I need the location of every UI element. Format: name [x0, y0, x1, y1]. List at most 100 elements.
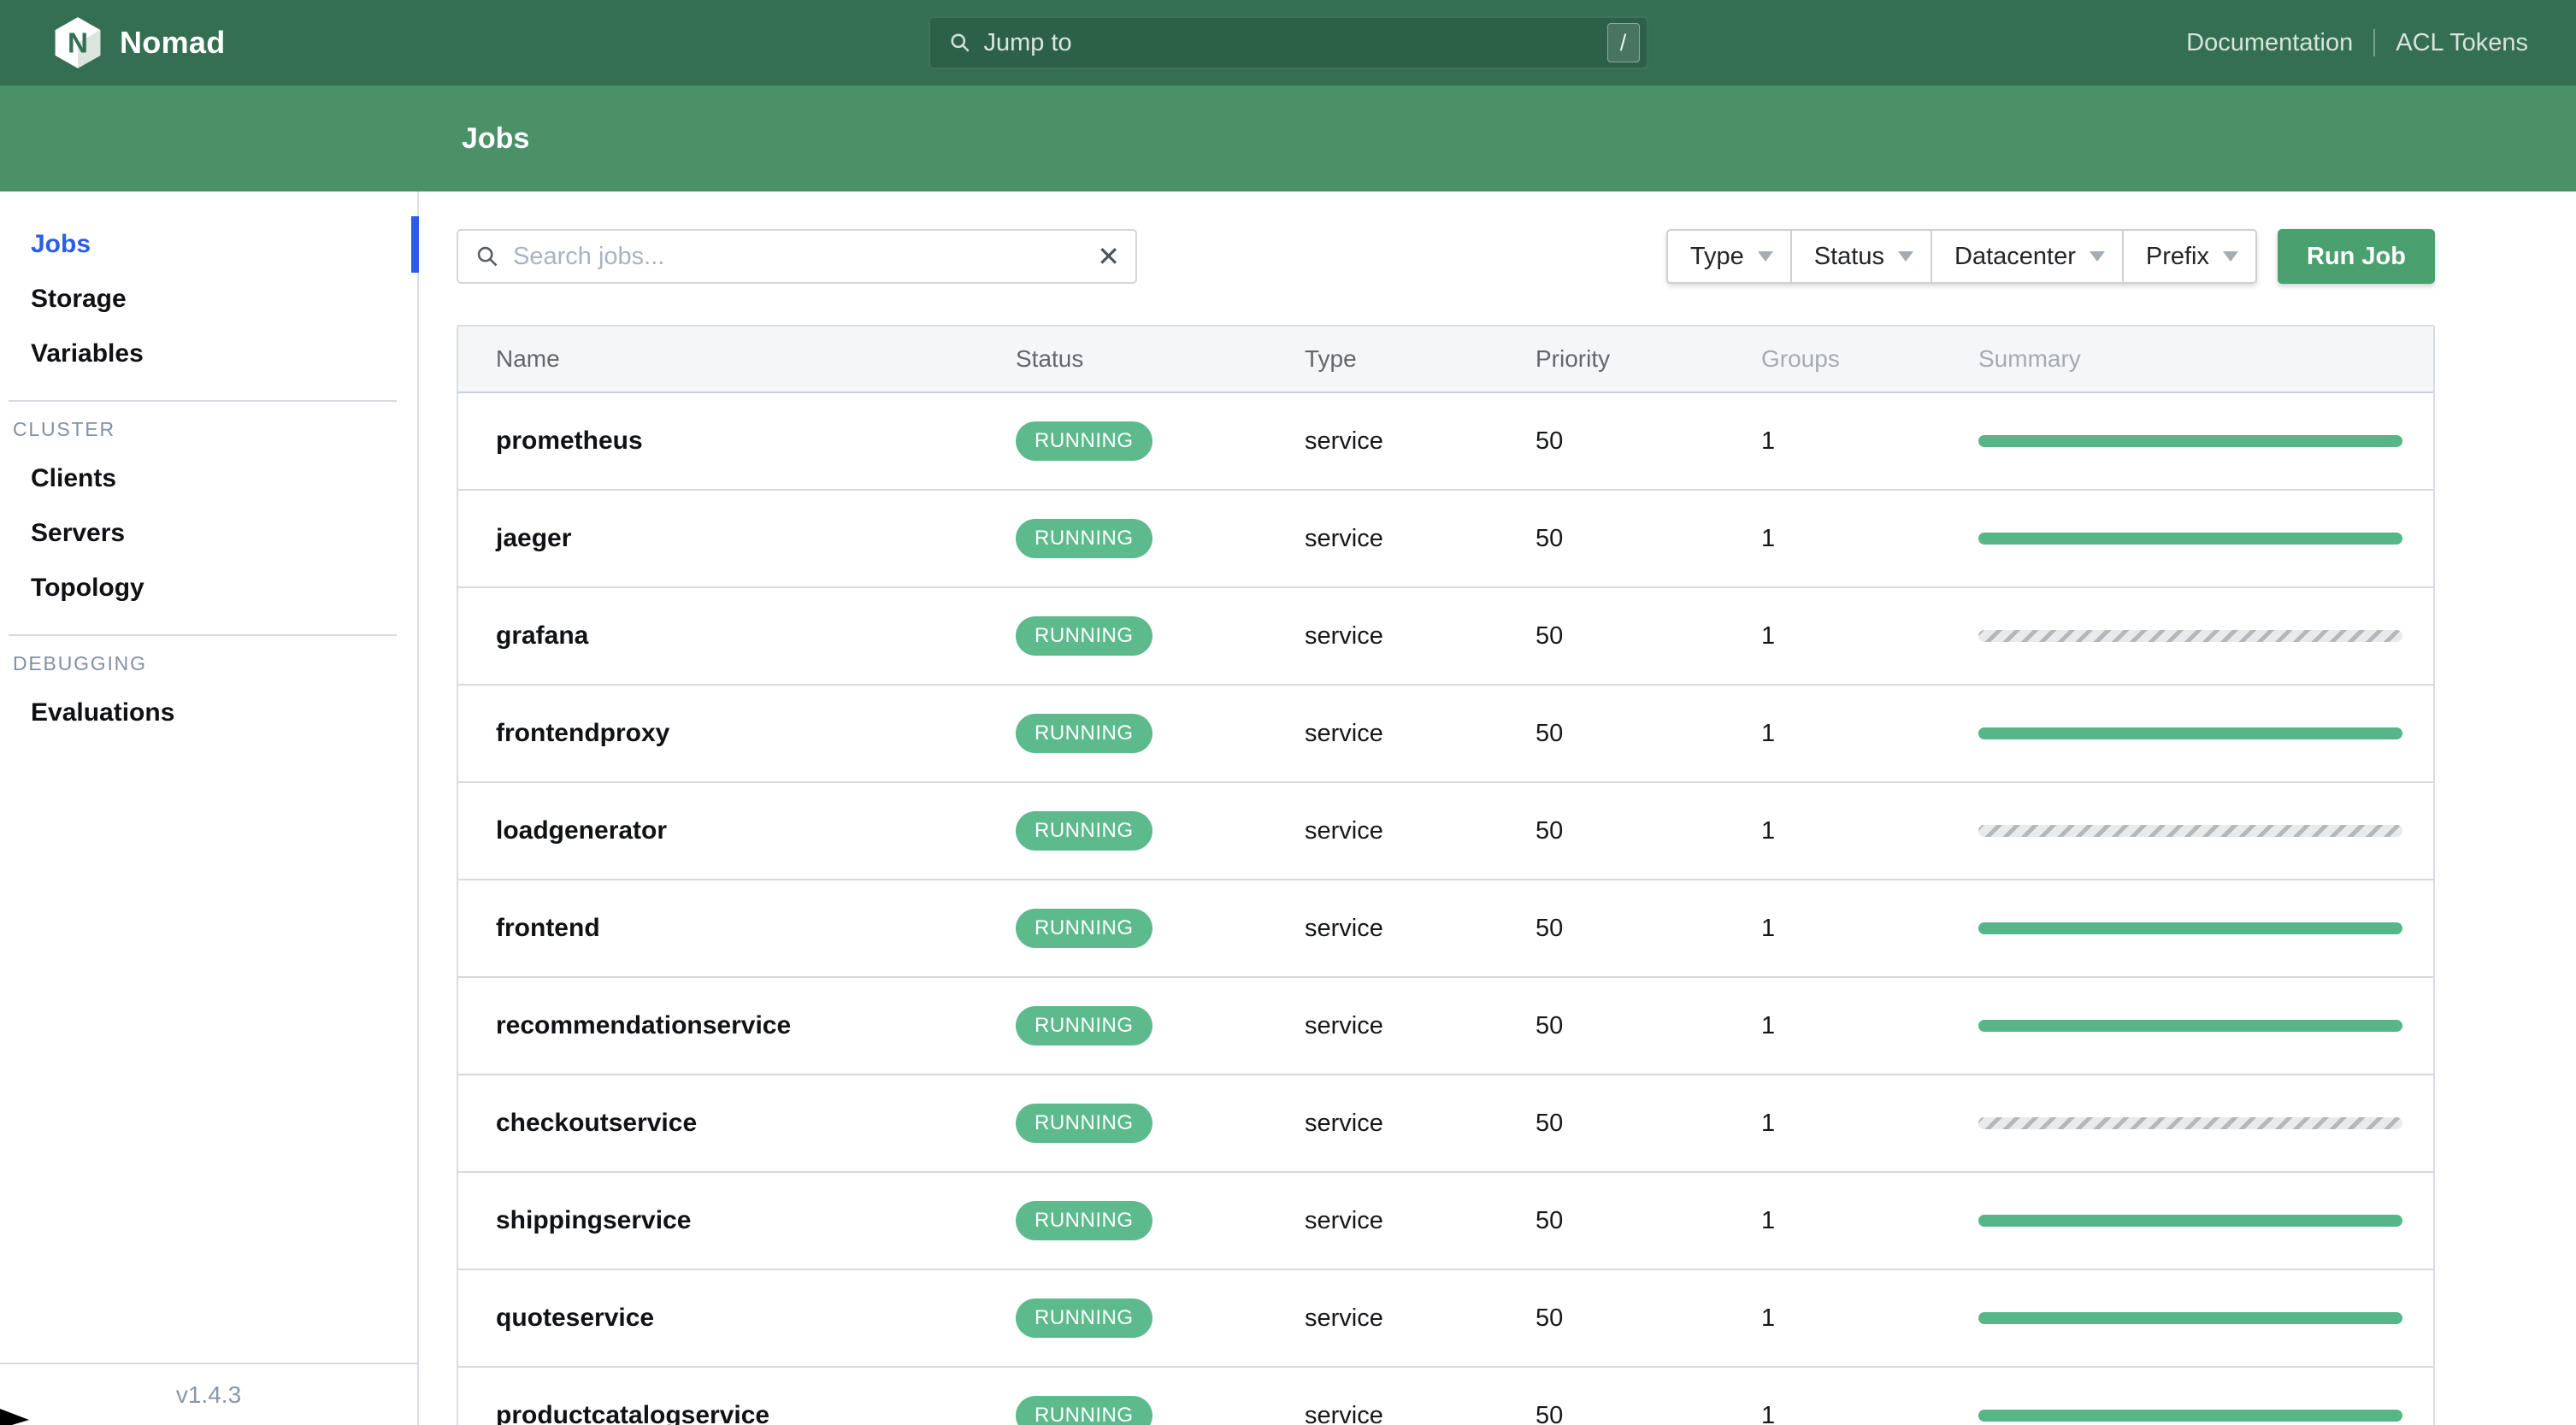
sidebar-item-topology[interactable]: Topology: [0, 561, 417, 615]
sidebar-item-clients[interactable]: Clients: [0, 451, 417, 506]
filter-dropdown-prefix[interactable]: Prefix: [2124, 231, 2255, 282]
table-row-productcatalogservice[interactable]: productcatalogservice RUNNING service 50 1: [458, 1368, 2433, 1425]
topnav-link-documentation[interactable]: Documentation: [2186, 29, 2353, 57]
chevron-down-icon: [1898, 251, 1913, 262]
filters: Type Status Datacenter Prefix Run Job: [1665, 229, 2435, 284]
top-navbar: N Nomad Jump to / Documentation ACL Token…: [0, 0, 2576, 85]
nomad-app: N Nomad Jump to / Documentation ACL Token…: [0, 0, 2576, 1425]
chevron-down-icon: [2223, 251, 2238, 262]
sidebar-section-label-debugging: DEBUGGING: [13, 651, 147, 674]
job-summary-cell: [1978, 435, 2433, 447]
job-name: frontend: [496, 914, 600, 942]
column-header-status[interactable]: Status: [1016, 345, 1305, 373]
run-job-button[interactable]: Run Job: [2278, 229, 2435, 284]
filter-dropdown-type[interactable]: Type: [1668, 231, 1792, 282]
chevron-down-icon: [1757, 251, 1773, 262]
job-name: productcatalogservice: [496, 1401, 770, 1425]
job-priority: 50: [1536, 524, 1564, 552]
status-badge: RUNNING: [1016, 714, 1152, 753]
sidebar-item-servers[interactable]: Servers: [0, 506, 417, 561]
job-summary-cell: [1978, 533, 2433, 545]
job-summary-cell: [1978, 1117, 2433, 1129]
version-label: v1.4.3: [175, 1381, 242, 1408]
table-row-loadgenerator[interactable]: loadgenerator RUNNING service 50 1: [458, 783, 2433, 880]
table-row-jaeger[interactable]: jaeger RUNNING service 50 1: [458, 491, 2433, 588]
job-groups: 1: [1761, 914, 1776, 942]
sidebar-sections: CLUSTER Clients Servers Topology DEBUGGING Ev…: [0, 400, 417, 740]
sidebar-item-evaluations[interactable]: Evaluations: [0, 686, 417, 740]
job-name: checkoutservice: [496, 1109, 698, 1137]
table-row-quoteservice[interactable]: quoteservice RUNNING service 50 1: [458, 1270, 2433, 1368]
job-type: service: [1305, 1011, 1383, 1039]
nav-links-separator: [2373, 29, 2376, 56]
filter-dropdown-status[interactable]: Status: [1792, 231, 1932, 282]
jump-to-search[interactable]: Jump to /: [928, 16, 1648, 69]
table-row-frontend[interactable]: frontend RUNNING service 50 1: [458, 880, 2433, 978]
column-header-groups: Groups: [1761, 345, 1840, 372]
job-status-cell: RUNNING: [1016, 1396, 1305, 1425]
table-row-prometheus[interactable]: prometheus RUNNING service 50 1: [458, 393, 2433, 491]
sidebar-item-jobs[interactable]: Jobs: [0, 216, 419, 273]
sidebar: Jobs Storage Variables CLUSTER Clients Serve…: [0, 191, 419, 1425]
sidebar-footer: v1.4.3: [0, 1363, 417, 1425]
job-type: service: [1305, 427, 1383, 455]
table-row-checkoutservice[interactable]: checkoutservice RUNNING service 50 1: [458, 1075, 2433, 1173]
sidebar-divider: [9, 634, 397, 636]
sidebar-item-storage[interactable]: Storage: [0, 272, 417, 327]
status-badge: RUNNING: [1016, 909, 1152, 948]
mouse-cursor: [0, 1409, 29, 1425]
summary-bar-striped: [1978, 630, 2402, 642]
job-priority: 50: [1536, 427, 1564, 455]
job-type: service: [1305, 914, 1383, 942]
nomad-brand[interactable]: N Nomad: [53, 16, 226, 69]
table-row-frontendproxy[interactable]: frontendproxy RUNNING service 50 1: [458, 686, 2433, 783]
filter-dropdown-datacenter[interactable]: Datacenter: [1932, 231, 2124, 282]
summary-bar-striped: [1978, 825, 2402, 837]
column-header-summary: Summary: [1978, 345, 2081, 372]
job-priority: 50: [1536, 1401, 1564, 1425]
job-status-cell: RUNNING: [1016, 811, 1305, 851]
status-badge: RUNNING: [1016, 1396, 1152, 1425]
job-type: service: [1305, 816, 1383, 845]
table-body: prometheus RUNNING service 50 1 jaeger RUNNING…: [458, 393, 2433, 1425]
job-type: service: [1305, 621, 1383, 650]
job-summary-cell: [1978, 1312, 2433, 1324]
status-badge: RUNNING: [1016, 1006, 1152, 1045]
summary-bar-solid: [1978, 727, 2402, 739]
status-badge: RUNNING: [1016, 616, 1152, 656]
job-name: grafana: [496, 621, 589, 650]
status-badge: RUNNING: [1016, 519, 1152, 558]
clear-search-icon[interactable]: ✕: [1097, 243, 1120, 270]
job-status-cell: RUNNING: [1016, 421, 1305, 461]
sidebar-item-variables[interactable]: Variables: [0, 327, 417, 381]
job-name: jaeger: [496, 524, 572, 552]
search-jobs-input[interactable]: [513, 242, 1098, 271]
table-row-recommendationservice[interactable]: recommendationservice RUNNING service 50 1: [458, 978, 2433, 1075]
job-status-cell: RUNNING: [1016, 1104, 1305, 1143]
job-status-cell: RUNNING: [1016, 1006, 1305, 1045]
column-header-name[interactable]: Name: [458, 345, 1016, 373]
column-header-type[interactable]: Type: [1305, 345, 1536, 373]
job-summary-cell: [1978, 922, 2433, 934]
job-priority: 50: [1536, 1011, 1564, 1039]
column-header-priority[interactable]: Priority: [1536, 345, 1761, 373]
status-badge: RUNNING: [1016, 421, 1152, 461]
topnav-link-acl-tokens[interactable]: ACL Tokens: [2396, 29, 2528, 57]
table-row-shippingservice[interactable]: shippingservice RUNNING service 50 1: [458, 1173, 2433, 1270]
job-type: service: [1305, 1304, 1383, 1332]
job-groups: 1: [1761, 719, 1776, 747]
job-groups: 1: [1761, 524, 1776, 552]
job-status-cell: RUNNING: [1016, 909, 1305, 948]
job-status-cell: RUNNING: [1016, 1201, 1305, 1240]
table-row-grafana[interactable]: grafana RUNNING service 50 1: [458, 588, 2433, 686]
filter-group: Type Status Datacenter Prefix: [1665, 229, 2257, 284]
summary-bar-solid: [1978, 1215, 2402, 1227]
table-header-row: Name Status Type Priority Groups Summary: [458, 327, 2433, 393]
jobs-table: Name Status Type Priority Groups Summary prom…: [457, 325, 2435, 1425]
job-status-cell: RUNNING: [1016, 1298, 1305, 1338]
status-badge: RUNNING: [1016, 1104, 1152, 1143]
sidebar-divider: [9, 400, 397, 402]
job-type: service: [1305, 1109, 1383, 1137]
status-badge: RUNNING: [1016, 1201, 1152, 1240]
job-name: frontendproxy: [496, 719, 670, 747]
